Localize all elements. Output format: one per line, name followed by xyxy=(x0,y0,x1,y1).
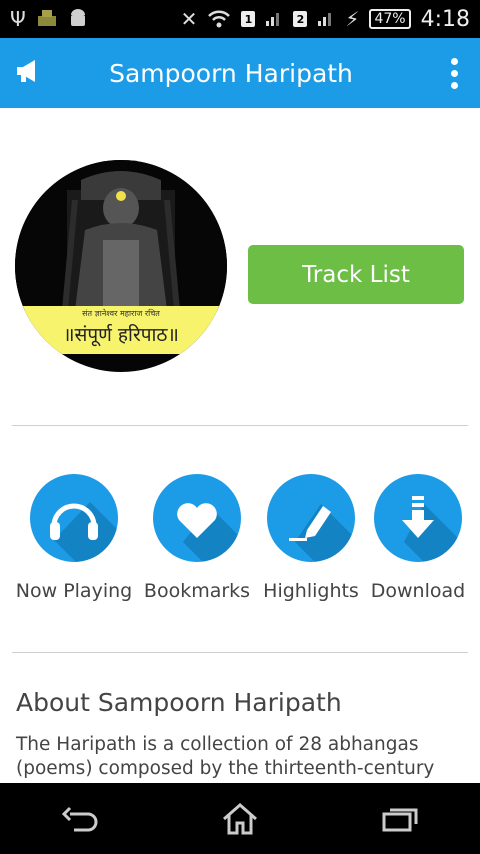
highlights-label: Highlights xyxy=(263,580,359,602)
now-playing-label: Now Playing xyxy=(15,580,133,602)
highlighter-icon[interactable] xyxy=(267,474,355,562)
headphones-icon[interactable] xyxy=(30,474,118,562)
app-bar: Sampoorn Haripath xyxy=(0,38,480,108)
back-button[interactable] xyxy=(40,789,120,849)
divider-2 xyxy=(12,652,468,653)
heart-icon[interactable] xyxy=(153,474,241,562)
cover-subtitle: संत ज्ञानेश्वर महाराज रचित xyxy=(82,309,160,318)
navigation-bar xyxy=(0,783,480,854)
deity-image xyxy=(15,160,227,311)
megaphone-icon[interactable] xyxy=(14,57,42,89)
album-cover: संत ज्ञानेश्वर महाराज रचित ॥संपूर्ण हरिप… xyxy=(15,160,227,372)
system-icons: ✕ 1 2 ⚡ 47% 4:18 xyxy=(181,7,470,32)
signal-icon-2 xyxy=(317,9,335,30)
signal-icon xyxy=(265,9,283,30)
app-title: Sampoorn Haripath xyxy=(109,58,353,88)
home-icon xyxy=(223,802,257,834)
about-title: About Sampoorn Haripath xyxy=(16,688,342,717)
track-list-button[interactable]: Track List xyxy=(248,245,464,304)
charging-icon: ⚡ xyxy=(345,7,360,31)
cover-banner: संत ज्ञानेश्वर महाराज रचित ॥संपूर्ण हरिप… xyxy=(15,306,227,354)
now-playing-action[interactable]: Now Playing xyxy=(14,474,134,602)
notification-icons: Ψ xyxy=(10,7,88,32)
back-icon xyxy=(61,806,98,831)
recents-button[interactable] xyxy=(360,789,440,849)
highlights-action[interactable]: Highlights xyxy=(258,474,364,602)
android-icon xyxy=(68,7,88,32)
download-icon[interactable] xyxy=(374,474,462,562)
status-bar: Ψ ✕ 1 2 ⚡ 47% 4:18 xyxy=(0,0,480,38)
battery-indicator: 47% xyxy=(369,9,411,29)
home-button[interactable] xyxy=(200,789,280,849)
mute-icon: ✕ xyxy=(180,7,198,31)
overflow-menu-icon[interactable] xyxy=(442,57,466,89)
sim1-badge: 1 xyxy=(241,11,256,27)
download-label: Download xyxy=(370,580,466,602)
wifi-icon xyxy=(207,8,231,31)
bookmarks-action[interactable]: Bookmarks xyxy=(142,474,252,602)
clock: 4:18 xyxy=(420,6,470,32)
usb-icon: Ψ xyxy=(10,7,26,31)
download-action[interactable]: Download xyxy=(366,474,470,602)
cover-title: ॥संपूर्ण हरिपाठ॥ xyxy=(63,324,179,346)
divider xyxy=(12,425,468,426)
app-notification-icon xyxy=(36,8,58,31)
sim2-badge: 2 xyxy=(293,11,308,27)
recents-icon xyxy=(382,808,418,831)
bookmarks-label: Bookmarks xyxy=(143,580,251,602)
about-body: The Haripath is a collection of 28 abhan… xyxy=(16,734,435,779)
